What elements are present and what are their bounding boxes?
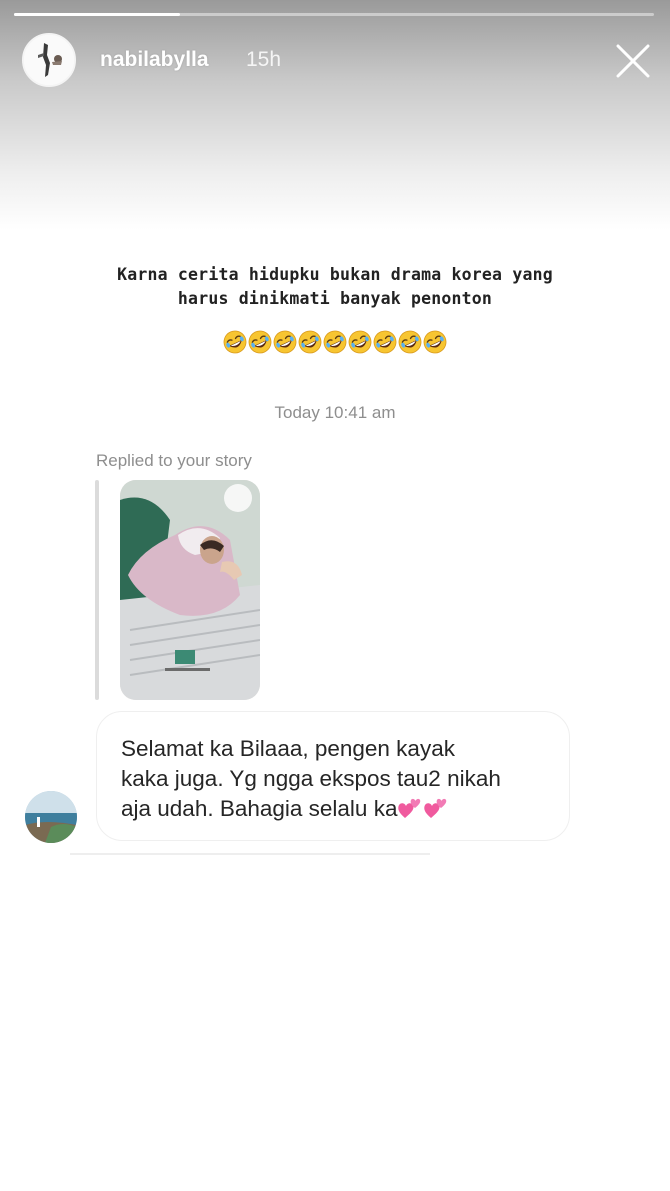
rolling-laughing-emoji-icon [248,330,272,354]
message-bubble[interactable]: Selamat ka Bilaaa, pengen kayak kaka jug… [96,711,570,841]
message-line-1: Selamat ka Bilaaa, pengen kayak [121,736,455,761]
profile-avatar[interactable] [22,33,76,87]
close-icon [616,44,650,78]
rolling-laughing-emoji-icon [348,330,372,354]
message-line-3-wrap: aja udah. Bahagia selalu ka [121,794,547,824]
replied-to-story-label: Replied to your story [96,451,252,470]
message-timestamp: Today 10:41 am [274,403,396,422]
story-progress-fill [14,13,181,16]
rolling-laughing-emoji-icon [298,330,322,354]
rolling-laughing-emoji-icon [423,330,447,354]
conversation-divider [70,853,430,855]
laughing-emoji-row [0,330,670,360]
rolling-laughing-emoji-icon [223,330,247,354]
sender-avatar-image [25,791,77,843]
message-text: Selamat ka Bilaaa, pengen kayak kaka jug… [121,734,547,824]
two-hearts-icon [424,798,447,818]
reply-quote-bar [95,480,99,700]
message-line-3: aja udah. Bahagia selalu ka [121,796,398,821]
story-caption: Karna cerita hidupku bukan drama korea y… [40,263,630,311]
sender-avatar[interactable] [25,791,77,843]
caption-line-1: Karna cerita hidupku bukan drama korea y… [117,265,553,284]
rolling-laughing-emoji-icon [273,330,297,354]
rolling-laughing-emoji-icon [373,330,397,354]
story-header: nabilabylla 15h [0,30,670,92]
story-thumbnail-image [120,480,260,700]
story-username[interactable]: nabilabylla [100,48,209,72]
rolling-laughing-emoji-icon [398,330,422,354]
caption-line-2: harus dinikmati banyak penonton [177,289,493,308]
profile-avatar-image [24,35,74,85]
rolling-laughing-emoji-icon [323,330,347,354]
story-reply-thumbnail[interactable] [120,480,260,700]
story-progress-bar [14,13,654,16]
two-hearts-icon [398,798,421,818]
message-line-2: kaka juga. Yg ngga ekspos tau2 nikah [121,766,501,791]
close-button[interactable] [612,40,654,82]
story-time-ago: 15h [246,48,282,71]
